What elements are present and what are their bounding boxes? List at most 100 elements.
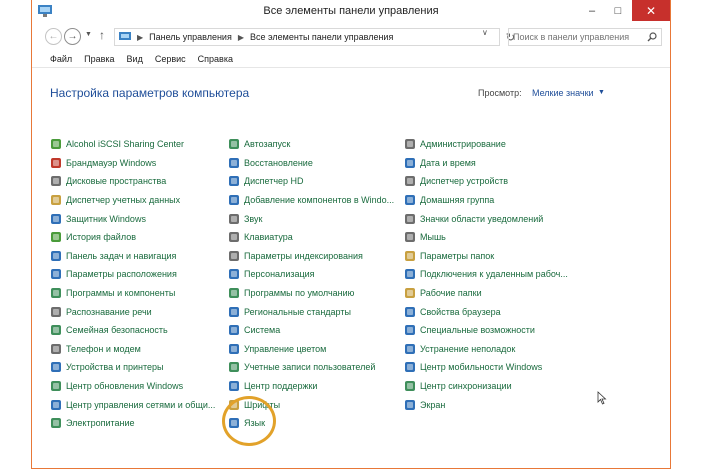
region-icon — [228, 306, 240, 318]
mobility-icon — [404, 361, 416, 373]
menu-tools[interactable]: Сервис — [155, 54, 186, 64]
search-input[interactable] — [513, 32, 643, 42]
view-mode-dropdown[interactable]: Мелкие значки — [532, 88, 594, 98]
recent-locations-dropdown[interactable]: ▼ — [85, 31, 92, 38]
minimize-button[interactable]: – — [580, 0, 604, 21]
control-panel-item[interactable]: Клавиатура — [228, 228, 394, 247]
item-label: Персонализация — [244, 269, 315, 280]
control-panel-item[interactable]: Программы и компоненты — [50, 284, 215, 303]
search-icon[interactable] — [647, 32, 657, 42]
arrow-up-icon: ↑ — [99, 28, 105, 42]
control-panel-item[interactable]: Устройства и принтеры — [50, 358, 215, 377]
item-label: Региональные стандарты — [244, 306, 351, 317]
menu-bar: Файл Правка Вид Сервис Справка — [32, 50, 670, 68]
control-panel-item[interactable]: Семейная безопасность — [50, 321, 215, 340]
control-panel-icon — [119, 32, 131, 40]
keyboard-icon — [228, 231, 240, 243]
chevron-down-icon[interactable]: ▼ — [598, 89, 605, 96]
control-panel-item[interactable]: Звук — [228, 209, 394, 228]
sync-icon — [404, 380, 416, 392]
control-panel-item[interactable]: Панель задач и навигация — [50, 247, 215, 266]
control-panel-item[interactable]: История файлов — [50, 228, 215, 247]
forward-button[interactable]: → — [64, 28, 81, 45]
control-panel-item[interactable]: Центр обновления Windows — [50, 377, 215, 396]
control-panel-item[interactable]: Система — [228, 321, 394, 340]
control-panel-item[interactable]: Восстановление — [228, 154, 394, 173]
chevron-down-icon: ▼ — [85, 31, 92, 38]
item-label: Экран — [420, 399, 446, 410]
control-panel-item[interactable]: Рабочие папки — [404, 284, 568, 303]
control-panel-item[interactable]: Телефон и модем — [50, 340, 215, 359]
back-button[interactable]: ← — [45, 28, 62, 45]
control-panel-item[interactable]: Специальные возможности — [404, 321, 568, 340]
breadcrumb-control-panel[interactable]: Панель управления — [149, 32, 232, 42]
close-button[interactable]: ✕ — [632, 0, 670, 21]
control-panel-item[interactable]: Параметры папок — [404, 247, 568, 266]
control-panel-item[interactable]: Экран — [404, 395, 568, 414]
control-panel-item[interactable]: Диспетчер учетных данных — [50, 191, 215, 210]
family-icon — [50, 324, 62, 336]
address-bar[interactable]: ▶ Панель управления ▶ Все элементы панел… — [114, 28, 500, 46]
maximize-button[interactable]: □ — [606, 0, 630, 21]
menu-edit[interactable]: Правка — [84, 54, 114, 64]
control-panel-item[interactable]: Персонализация — [228, 265, 394, 284]
control-panel-item[interactable]: Учетные записи пользователей — [228, 358, 394, 377]
control-panel-item[interactable]: Подключения к удаленным рабоч... — [404, 265, 568, 284]
menu-view[interactable]: Вид — [127, 54, 143, 64]
control-panel-item[interactable]: Региональные стандарты — [228, 302, 394, 321]
menu-help[interactable]: Справка — [198, 54, 233, 64]
items-column-1: Alcohol iSCSI Sharing Center Брандмауэр W… — [50, 135, 215, 433]
homegroup-icon — [404, 194, 416, 206]
search-box[interactable] — [508, 28, 662, 46]
control-panel-item[interactable]: Электропитание — [50, 414, 215, 433]
item-label: Телефон и модем — [66, 343, 141, 354]
control-panel-item[interactable]: Защитник Windows — [50, 209, 215, 228]
control-panel-item[interactable]: Центр мобильности Windows — [404, 358, 568, 377]
item-label: Управление цветом — [244, 343, 327, 354]
clock-icon — [404, 157, 416, 169]
item-label: Учетные записи пользователей — [244, 362, 376, 373]
breadcrumb-all-items[interactable]: Все элементы панели управления — [250, 32, 393, 42]
control-panel-item[interactable]: Alcohol iSCSI Sharing Center — [50, 135, 215, 154]
control-panel-item[interactable]: Значки области уведомлений — [404, 209, 568, 228]
title-bar[interactable]: Все элементы панели управления – □ ✕ — [32, 0, 670, 25]
add-features-icon — [228, 194, 240, 206]
item-label: Брандмауэр Windows — [66, 157, 157, 168]
control-panel-item[interactable]: Добавление компонентов в Windo... — [228, 191, 394, 210]
item-label: Программы и компоненты — [66, 288, 176, 299]
item-label: Семейная безопасность — [66, 325, 168, 336]
menu-file[interactable]: Файл — [50, 54, 72, 64]
control-panel-item[interactable]: Диспетчер устройств — [404, 172, 568, 191]
location-icon — [50, 268, 62, 280]
control-panel-item[interactable]: Дата и время — [404, 154, 568, 173]
speaker-icon — [228, 213, 240, 225]
item-label: Защитник Windows — [66, 213, 146, 224]
control-panel-item[interactable]: Администрирование — [404, 135, 568, 154]
indexing-icon — [228, 250, 240, 262]
up-button[interactable]: ↑ — [99, 28, 105, 42]
control-panel-item[interactable]: Распознавание речи — [50, 302, 215, 321]
item-label: Свойства браузера — [420, 306, 501, 317]
control-panel-item[interactable]: Программы по умолчанию — [228, 284, 394, 303]
control-panel-item[interactable]: Брандмауэр Windows — [50, 154, 215, 173]
control-panel-item[interactable]: Свойства браузера — [404, 302, 568, 321]
control-panel-item[interactable]: Управление цветом — [228, 340, 394, 359]
control-panel-item[interactable]: Диспетчер HD — [228, 172, 394, 191]
item-label: Автозапуск — [244, 139, 291, 150]
item-label: Добавление компонентов в Windo... — [244, 195, 395, 206]
control-panel-item[interactable]: Параметры расположения — [50, 265, 215, 284]
programs-icon — [50, 287, 62, 299]
control-panel-item[interactable]: Центр поддержки — [228, 377, 394, 396]
control-panel-item[interactable]: Мышь — [404, 228, 568, 247]
control-panel-item[interactable]: Домашняя группа — [404, 191, 568, 210]
address-dropdown[interactable]: ∨ — [482, 28, 488, 37]
control-panel-item[interactable]: Центр управления сетями и общи... — [50, 395, 215, 414]
control-panel-item[interactable]: Центр синхронизации — [404, 377, 568, 396]
control-panel-item[interactable]: Дисковые пространства — [50, 172, 215, 191]
item-label: Мышь — [420, 232, 446, 243]
control-panel-item[interactable]: Устранение неполадок — [404, 340, 568, 359]
control-panel-item[interactable]: Автозапуск — [228, 135, 394, 154]
device-manager-icon — [404, 175, 416, 187]
control-panel-item[interactable]: Параметры индексирования — [228, 247, 394, 266]
phone-icon — [50, 343, 62, 355]
